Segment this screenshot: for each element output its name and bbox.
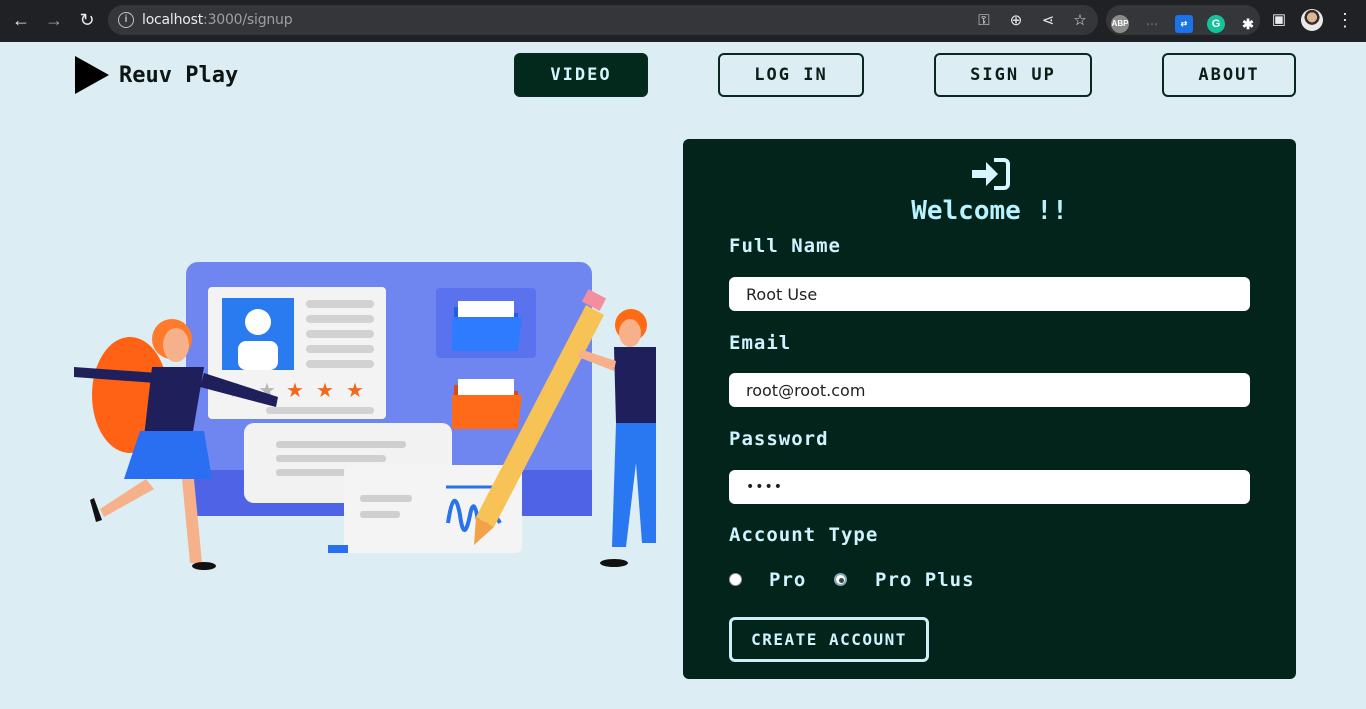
email-input[interactable]: [729, 373, 1250, 407]
radio-pro[interactable]: [729, 573, 742, 586]
url-host: localhost: [142, 12, 204, 28]
svg-text:★: ★: [346, 378, 364, 402]
share-icon[interactable]: ⋖: [1038, 11, 1058, 31]
info-icon[interactable]: i: [118, 12, 134, 28]
browser-toolbar: ← → ↻ i localhost:3000/signup ⚿ ⊕ ⋖ ☆ AB…: [0, 0, 1366, 42]
nav-about-button[interactable]: ABOUT: [1162, 53, 1296, 97]
profile-avatar[interactable]: [1301, 9, 1323, 31]
svg-text:★: ★: [286, 378, 304, 402]
address-bar[interactable]: i localhost:3000/signup ⚿ ⊕ ⋖ ☆: [108, 5, 1098, 35]
signup-illustration: ★ ★ ★ ★ ★: [74, 262, 656, 570]
tab-cast-icon[interactable]: ⋯: [1143, 15, 1161, 33]
form-title: Welcome !!: [911, 196, 1068, 226]
account-type-label: Account Type: [729, 524, 879, 546]
svg-text:★: ★: [316, 378, 334, 402]
login-icon: [972, 158, 1010, 190]
url-text[interactable]: localhost:3000/signup: [142, 12, 293, 28]
grammarly-extension-icon[interactable]: G: [1207, 15, 1225, 33]
email-label: Email: [729, 332, 792, 354]
translate-extension-icon[interactable]: ⇄: [1175, 15, 1193, 33]
menu-icon[interactable]: ⋮: [1334, 9, 1356, 31]
radio-pro-plus-label[interactable]: Pro Plus: [875, 569, 975, 591]
adblock-extension-icon[interactable]: ABP: [1111, 15, 1129, 33]
key-icon[interactable]: ⚿: [974, 11, 994, 31]
nav-login-button[interactable]: LOG IN: [718, 53, 864, 97]
extensions-area: ABP ⋯ ⇄ G ✱: [1106, 5, 1260, 35]
play-logo-icon[interactable]: [75, 56, 109, 94]
signup-card: Welcome !! Full Name Email Password Acco…: [683, 139, 1296, 679]
nav-signup-button[interactable]: SIGN UP: [934, 53, 1092, 97]
password-input[interactable]: [729, 470, 1250, 504]
brand-name[interactable]: Reuv Play: [119, 63, 238, 88]
forward-icon[interactable]: →: [43, 9, 65, 31]
extensions-icon[interactable]: ✱: [1239, 15, 1257, 33]
create-account-button[interactable]: CREATE ACCOUNT: [729, 617, 929, 662]
avatar-icon: [245, 309, 271, 335]
fullname-label: Full Name: [729, 235, 841, 257]
star-icon[interactable]: ☆: [1070, 11, 1090, 31]
zoom-icon[interactable]: ⊕: [1006, 11, 1026, 31]
back-icon[interactable]: ←: [10, 9, 32, 31]
password-label: Password: [729, 428, 829, 450]
radio-pro-plus[interactable]: [834, 573, 847, 586]
radio-pro-label[interactable]: Pro: [769, 569, 806, 591]
nav-video-button[interactable]: VIDEO: [514, 53, 648, 97]
sidepanel-icon[interactable]: ▣: [1268, 9, 1290, 31]
reload-icon[interactable]: ↻: [76, 9, 98, 31]
url-path: :3000/signup: [203, 12, 293, 28]
fullname-input[interactable]: [729, 277, 1250, 311]
